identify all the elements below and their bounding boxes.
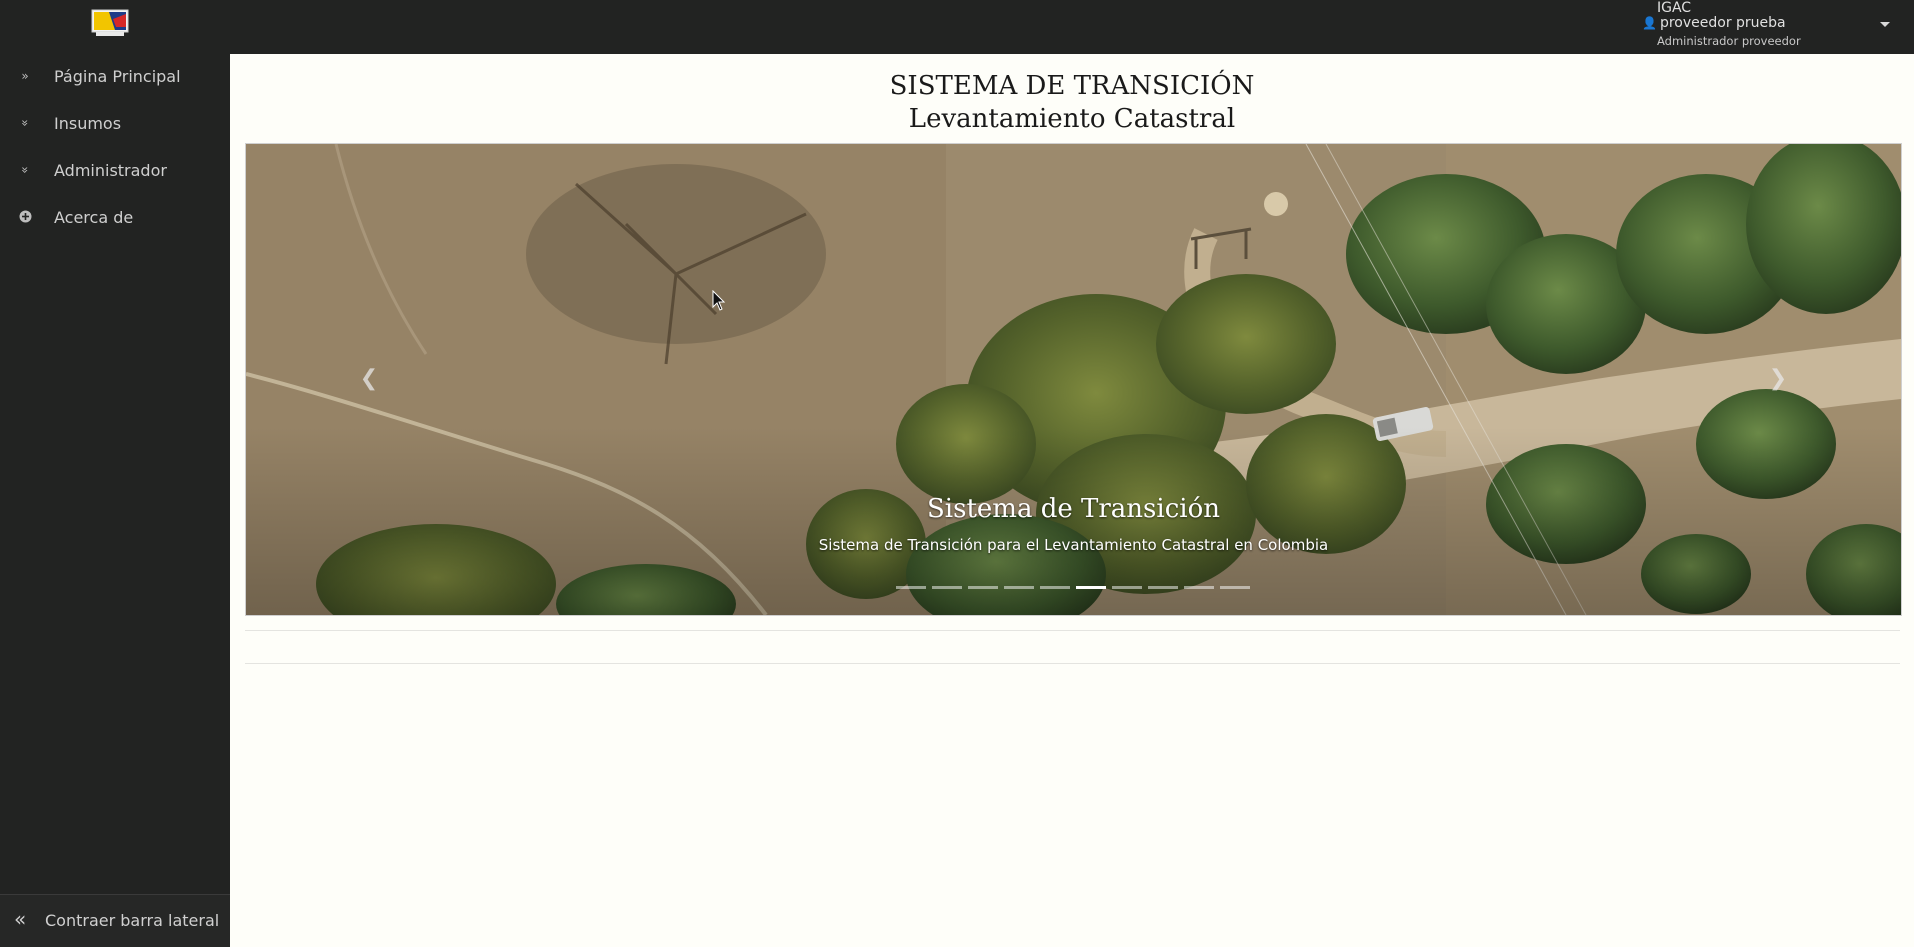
page-title: SISTEMA DE TRANSICIÓN Levantamiento Cata… xyxy=(230,70,1914,136)
carousel-caption-title: Sistema de Transición xyxy=(927,494,1220,524)
divider xyxy=(245,630,1900,631)
user-name: 👤 proveedor prueba xyxy=(1642,15,1786,31)
collapse-sidebar-button[interactable]: « Contraer barra lateral xyxy=(0,894,230,947)
page-title-line2: Levantamiento Catastral xyxy=(908,104,1236,134)
carousel-indicator[interactable] xyxy=(1112,586,1142,589)
app-logo[interactable] xyxy=(91,9,129,37)
carousel-prev-button[interactable]: ❮ xyxy=(354,364,384,394)
user-organization: IGAC xyxy=(1657,0,1692,16)
user-role: Administrador proveedor xyxy=(1657,34,1801,48)
mouse-cursor-icon xyxy=(712,289,726,316)
carousel-indicators xyxy=(896,586,1256,592)
carousel-next-button[interactable]: ❯ xyxy=(1763,364,1793,394)
carousel-indicator[interactable] xyxy=(1004,586,1034,589)
caret-down-icon[interactable] xyxy=(1880,22,1890,27)
sidebar-item-label: Insumos xyxy=(54,114,122,133)
carousel-indicator[interactable] xyxy=(1148,586,1178,589)
carousel-indicator[interactable] xyxy=(968,586,998,589)
carousel-indicator[interactable] xyxy=(1040,586,1070,589)
divider xyxy=(245,663,1900,664)
user-name-text: proveedor prueba xyxy=(1659,15,1786,31)
image-carousel: ❮ ❯ Sistema de Transición Sistema de Tra… xyxy=(245,143,1902,616)
sidebar-item-label: Administrador xyxy=(54,161,167,180)
double-chevron-down-icon: » xyxy=(18,166,32,174)
sidebar-item-insumos[interactable]: » Insumos xyxy=(0,105,230,145)
double-chevron-down-icon: » xyxy=(18,119,32,127)
carousel-indicator[interactable] xyxy=(1184,586,1214,589)
carousel-caption-text: Sistema de Transición para el Levantamie… xyxy=(818,536,1329,554)
carousel-indicator[interactable] xyxy=(896,586,926,589)
carousel-indicator[interactable] xyxy=(932,586,962,589)
carousel-indicator[interactable] xyxy=(1076,586,1106,589)
double-chevron-right-icon: » xyxy=(21,69,29,83)
carousel-indicator[interactable] xyxy=(1220,586,1250,589)
page-title-line1: SISTEMA DE TRANSICIÓN xyxy=(889,71,1255,101)
sidebar-item-administrador[interactable]: » Administrador xyxy=(0,152,230,192)
user-menu[interactable]: IGAC 👤 proveedor prueba Administrador pro… xyxy=(1642,0,1892,54)
double-chevron-left-icon: « xyxy=(14,907,27,931)
sidebar-item-pagina-principal[interactable]: » Página Principal xyxy=(0,58,230,98)
sidebar-item-label: Página Principal xyxy=(54,67,181,86)
sidebar-item-acerca-de[interactable]: Acerca de xyxy=(0,199,230,239)
user-icon: 👤 xyxy=(1642,16,1657,30)
top-navbar: IGAC 👤 proveedor prueba Administrador pro… xyxy=(0,0,1914,54)
sidebar: » Página Principal » Insumos » Administr… xyxy=(0,54,230,946)
sidebar-item-label: Acerca de xyxy=(54,208,134,227)
collapse-sidebar-label: Contraer barra lateral xyxy=(45,911,220,930)
plus-circle-icon xyxy=(18,209,32,225)
